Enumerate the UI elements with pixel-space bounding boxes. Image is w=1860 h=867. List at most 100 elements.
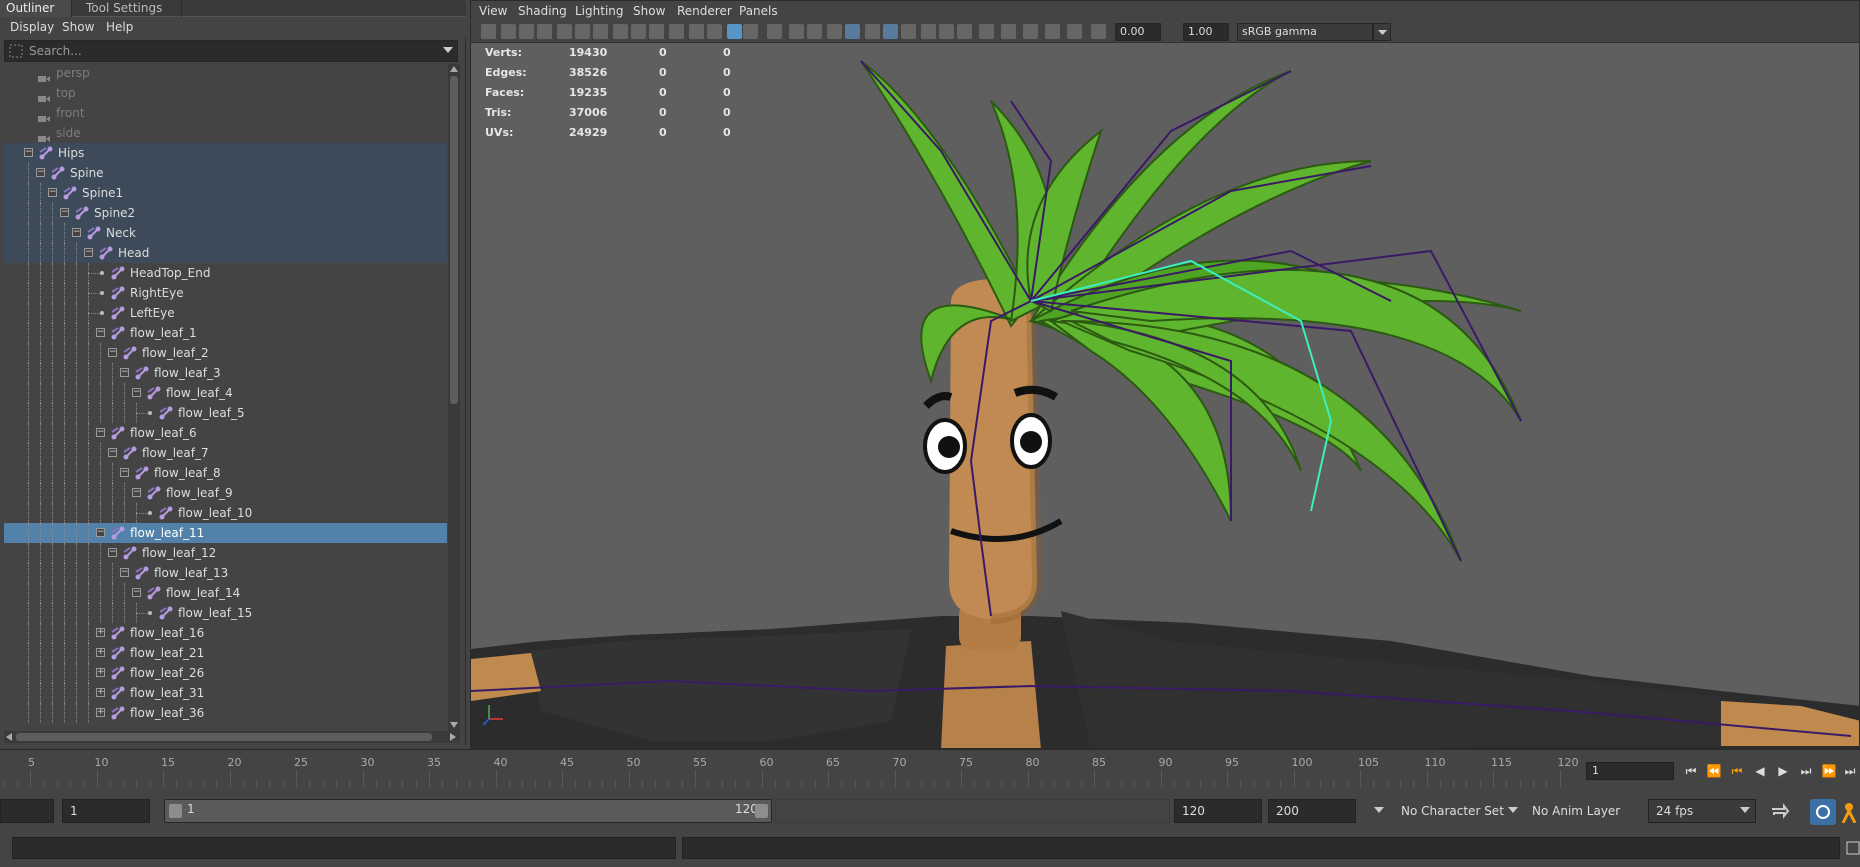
next-key-icon[interactable]: ⏭ (1798, 764, 1814, 778)
play-forward-icon[interactable]: ▶ (1775, 764, 1791, 778)
snapshot-icon[interactable] (957, 24, 972, 39)
camera-icon[interactable] (979, 24, 994, 39)
expand-icon[interactable]: + (96, 688, 105, 697)
outliner-joint-row[interactable]: − flow_leaf_7 (4, 443, 447, 463)
time-slider[interactable] (0, 749, 1860, 789)
filter-icon[interactable] (9, 44, 23, 58)
outliner-joint-row[interactable]: − flow_leaf_8 (4, 463, 447, 483)
gate-mask-icon[interactable] (613, 24, 628, 39)
menu-show-vp[interactable]: Show (633, 1, 665, 21)
chevron-down-icon[interactable] (443, 47, 453, 55)
collapse-icon[interactable]: − (108, 348, 117, 357)
resolution-gate-icon[interactable] (593, 24, 608, 39)
menu-display[interactable]: Display (10, 17, 54, 37)
camera-attrs-icon[interactable] (501, 24, 516, 39)
animation-end-field[interactable]: 200 (1268, 799, 1356, 823)
chevron-down-icon[interactable] (1508, 807, 1518, 815)
outliner-joint-row[interactable]: − flow_leaf_12 (4, 543, 447, 563)
outliner-joint-row[interactable]: HeadTop_End (4, 263, 447, 283)
character-set-dropdown[interactable]: No Character Set (1394, 799, 1506, 823)
search-input[interactable] (29, 42, 429, 60)
mel-input[interactable] (12, 837, 676, 859)
lights-icon[interactable] (767, 24, 782, 39)
outliner-joint-row[interactable]: − flow_leaf_4 (4, 383, 447, 403)
wireframe-icon[interactable] (689, 24, 704, 39)
outliner-joint-row[interactable]: − flow_leaf_11 (4, 523, 447, 543)
step-forward-icon[interactable]: ⏩ (1821, 764, 1837, 778)
ambient-occlusion-icon[interactable] (807, 24, 822, 39)
current-frame-field[interactable]: 1 (1586, 762, 1674, 780)
outliner-joint-row[interactable]: − flow_leaf_6 (4, 423, 447, 443)
expand-icon[interactable]: + (96, 628, 105, 637)
outliner-joint-row[interactable]: flow_leaf_15 (4, 603, 447, 623)
scroll-left-icon[interactable] (6, 733, 12, 741)
bookmark-icon[interactable] (519, 24, 534, 39)
go-to-end-icon[interactable]: ⏭ (1842, 764, 1858, 778)
image-plane-icon[interactable] (537, 24, 552, 39)
collapse-icon[interactable]: − (36, 168, 45, 177)
chevron-down-icon[interactable] (1740, 807, 1750, 815)
collapse-icon[interactable]: − (108, 548, 117, 557)
collapse-icon[interactable]: − (132, 488, 141, 497)
outliner-joint-row[interactable]: + flow_leaf_16 (4, 623, 447, 643)
outliner-joint-row[interactable]: LeftEye (4, 303, 447, 323)
color-space-dropdown[interactable]: sRGB gamma (1237, 23, 1373, 41)
outliner-joint-row[interactable]: + flow_leaf_21 (4, 643, 447, 663)
shadows-icon[interactable] (789, 24, 804, 39)
outliner-joint-row[interactable]: − Spine1 (4, 183, 447, 203)
viewport-scene[interactable] (471, 1, 1860, 749)
collapse-icon[interactable]: − (48, 188, 57, 197)
grid-icon[interactable] (557, 24, 572, 39)
outliner-joint-row[interactable]: − Neck (4, 223, 447, 243)
go-to-start-icon[interactable]: ⏮ (1683, 764, 1699, 778)
motion-blur-icon[interactable] (827, 24, 842, 39)
tab-outliner[interactable]: Outliner (0, 0, 72, 17)
color-space-chevron[interactable] (1373, 23, 1391, 41)
film-gate-icon[interactable] (575, 24, 590, 39)
scroll-up-icon[interactable] (450, 66, 458, 72)
isolate-select-icon[interactable] (865, 24, 880, 39)
outliner-joint-row[interactable]: − flow_leaf_1 (4, 323, 447, 343)
step-back-icon[interactable]: ⏪ (1706, 764, 1722, 778)
safe-action-icon[interactable] (649, 24, 664, 39)
outliner-horizontal-scrollbar[interactable] (4, 731, 460, 743)
outliner-joint-row[interactable]: − flow_leaf_13 (4, 563, 447, 583)
viewport-panel[interactable]: View Shading Lighting Show Renderer Pane… (470, 0, 1860, 749)
xray-icon[interactable] (883, 24, 898, 39)
collapse-icon[interactable]: − (96, 528, 105, 537)
anti-alias-icon[interactable] (845, 24, 860, 39)
outliner-joint-row[interactable]: − flow_leaf_14 (4, 583, 447, 603)
collapse-icon[interactable]: − (96, 328, 105, 337)
anim-layer-dropdown[interactable]: No Anim Layer (1526, 799, 1628, 823)
scroll-down-icon[interactable] (450, 722, 458, 728)
safe-title-icon[interactable] (669, 24, 684, 39)
collapse-icon[interactable]: − (132, 388, 141, 397)
outliner-camera-row[interactable]: side (4, 123, 447, 143)
expand-icon[interactable]: + (96, 708, 105, 717)
outliner-joint-row[interactable]: + flow_leaf_26 (4, 663, 447, 683)
outliner-joint-row[interactable]: − Spine (4, 163, 447, 183)
textured-icon[interactable] (743, 24, 758, 39)
expand-icon[interactable]: + (96, 648, 105, 657)
range-handle-right[interactable] (755, 804, 768, 818)
outliner-joint-row[interactable]: − Head (4, 243, 447, 263)
character-icon[interactable] (1840, 801, 1860, 823)
collapse-icon[interactable]: − (96, 428, 105, 437)
menu-view[interactable]: View (479, 1, 507, 21)
outliner-joint-row[interactable]: RightEye (4, 283, 447, 303)
collapse-icon[interactable]: − (84, 248, 93, 257)
select-camera-icon[interactable] (481, 24, 496, 39)
menu-lighting[interactable]: Lighting (575, 1, 624, 21)
gamma-field[interactable]: 1.00 (1183, 23, 1229, 41)
outliner-hscroll-thumb[interactable] (16, 733, 432, 741)
field-chart-icon[interactable] (631, 24, 646, 39)
xray-joints-icon[interactable] (901, 24, 916, 39)
render-view-icon[interactable] (1001, 24, 1016, 39)
gamma-icon[interactable] (1067, 24, 1082, 39)
outliner-camera-row[interactable]: top (4, 83, 447, 103)
scroll-right-icon[interactable] (450, 733, 456, 741)
outliner-joint-row[interactable]: − flow_leaf_9 (4, 483, 447, 503)
exposure-field[interactable]: 0.00 (1115, 23, 1161, 41)
extra-icon[interactable] (1091, 24, 1106, 39)
range-slider[interactable]: 1 120 (164, 799, 772, 823)
